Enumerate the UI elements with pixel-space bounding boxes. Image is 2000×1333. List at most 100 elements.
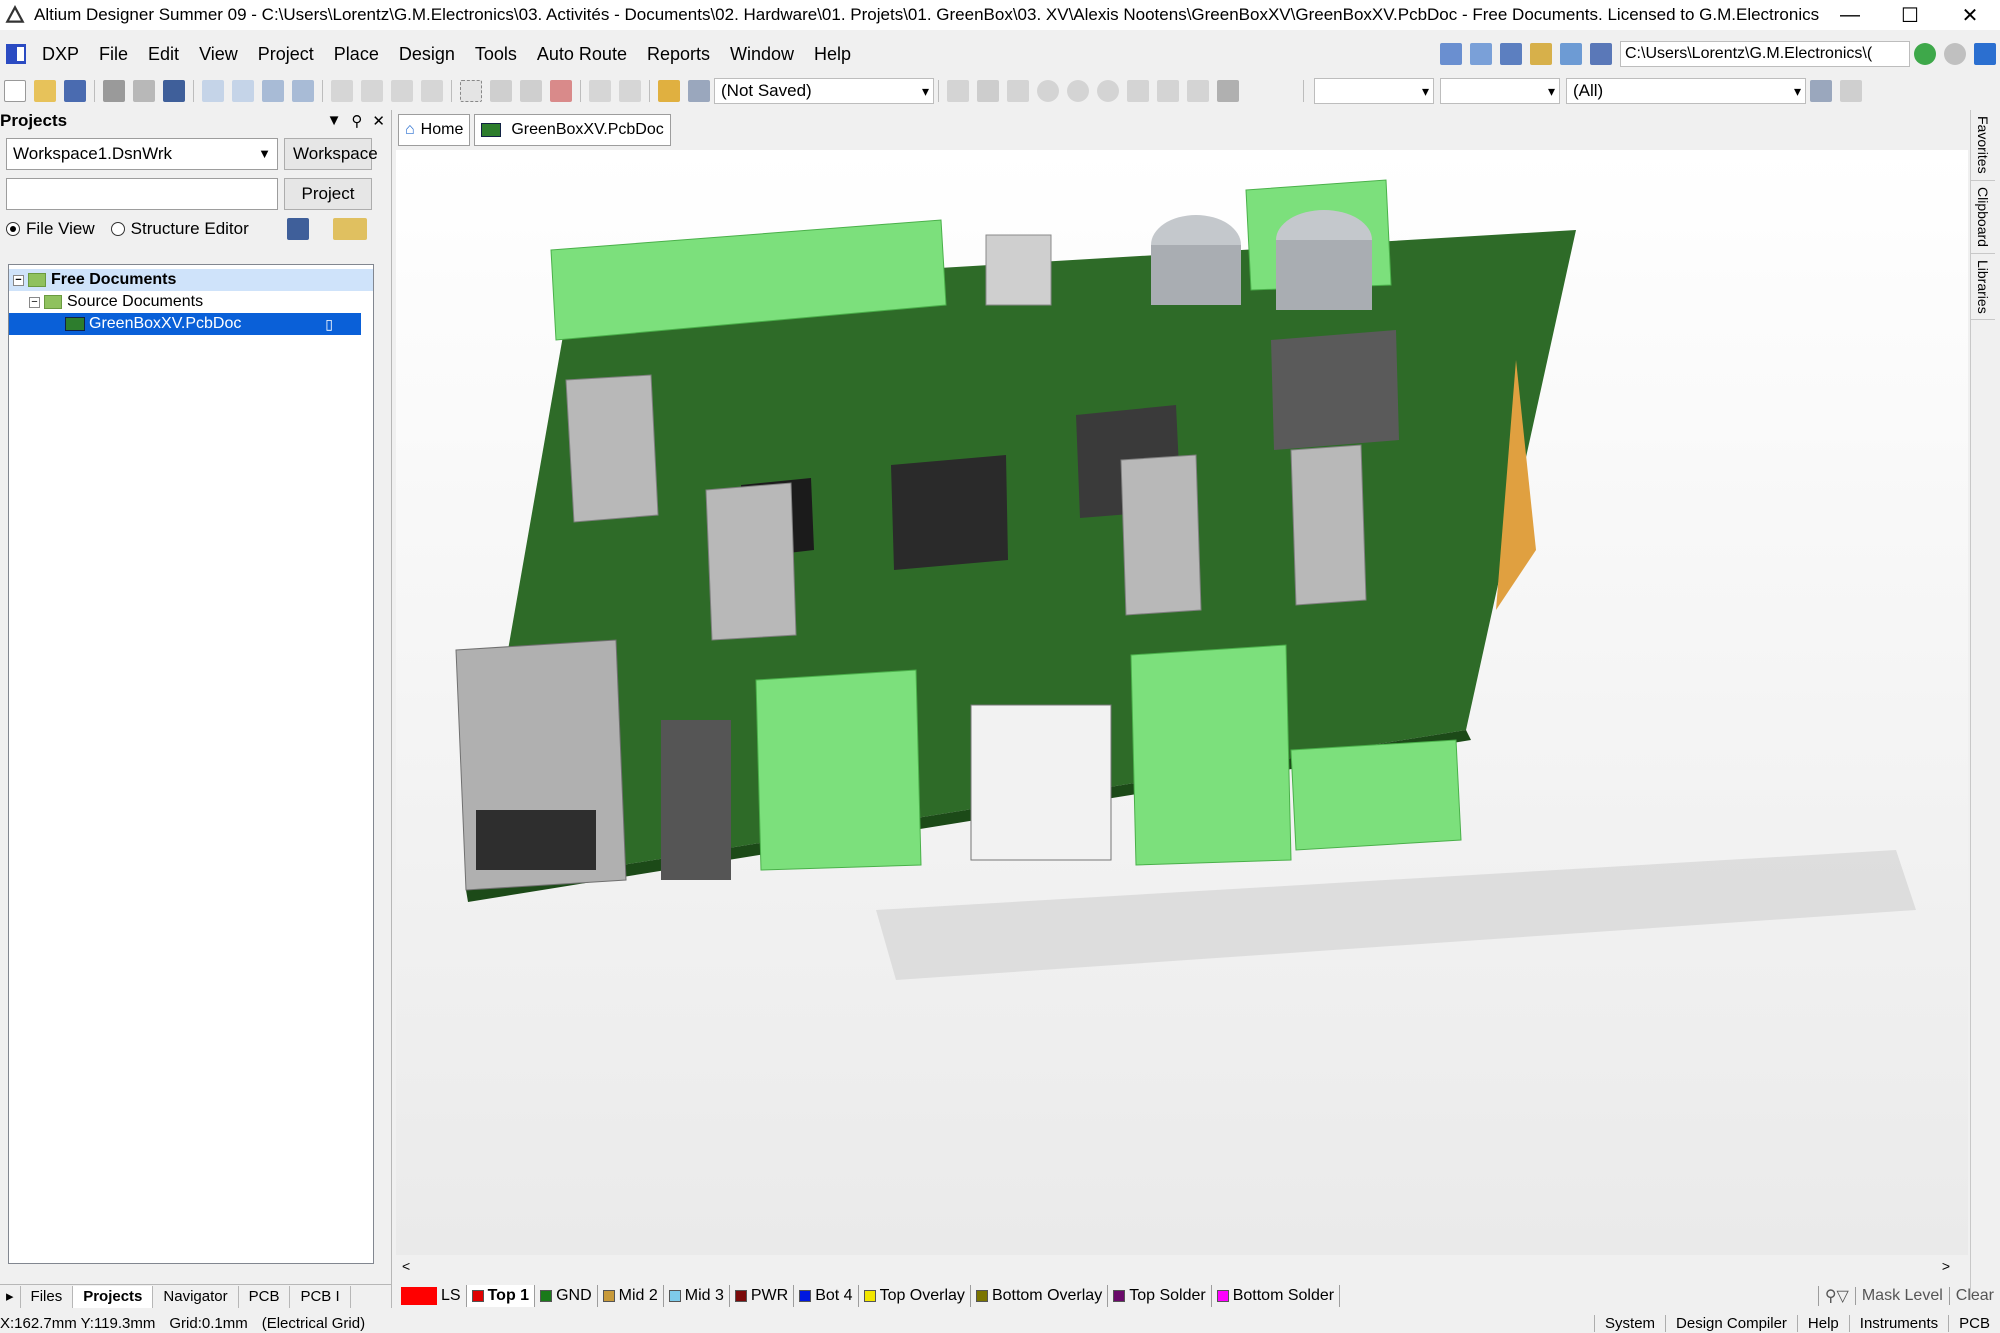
polygon-icon[interactable] bbox=[1157, 80, 1179, 102]
find-icon[interactable] bbox=[1500, 43, 1522, 65]
menu-project[interactable]: Project bbox=[248, 38, 324, 70]
component-icon[interactable] bbox=[1217, 80, 1239, 102]
collapse-icon[interactable]: − bbox=[13, 274, 24, 286]
saved-state-combo[interactable]: (Not Saved) bbox=[714, 78, 934, 104]
forward-icon[interactable] bbox=[1944, 43, 1966, 65]
redo-icon[interactable] bbox=[619, 80, 641, 102]
close-button[interactable]: ✕ bbox=[1940, 0, 2000, 30]
layer-tab-top-overlay[interactable]: Top Overlay bbox=[859, 1285, 971, 1307]
menu-tools[interactable]: Tools bbox=[465, 38, 527, 70]
tab-pcbdoc[interactable]: GreenBoxXV.PcbDoc bbox=[474, 114, 671, 146]
save-icon[interactable] bbox=[64, 80, 86, 102]
net-combo[interactable] bbox=[1440, 78, 1560, 104]
layer-tab-bottom-overlay[interactable]: Bottom Overlay bbox=[971, 1285, 1109, 1307]
zoom-fit-icon[interactable] bbox=[202, 80, 224, 102]
mask-level-button[interactable]: Mask Level bbox=[1854, 1287, 1949, 1305]
path-combo[interactable]: C:\Users\Lorentz\G.M.Electronics\( bbox=[1620, 41, 1910, 67]
clipboard-tab[interactable]: Clipboard bbox=[1971, 181, 1995, 254]
copy-icon[interactable] bbox=[361, 80, 383, 102]
clear-mask-icon[interactable] bbox=[1840, 80, 1862, 102]
tab-projects[interactable]: Projects bbox=[73, 1285, 154, 1308]
status-system[interactable]: System bbox=[1594, 1314, 1665, 1332]
pad-icon[interactable] bbox=[1037, 80, 1059, 102]
layers-stack-icon[interactable] bbox=[286, 218, 309, 240]
chart-icon[interactable] bbox=[1440, 43, 1462, 65]
rubber-stamp-icon[interactable] bbox=[421, 80, 443, 102]
cross-probe-icon[interactable] bbox=[658, 80, 680, 102]
via-icon[interactable] bbox=[1067, 80, 1089, 102]
string-icon[interactable] bbox=[1187, 80, 1209, 102]
project-options-icon[interactable] bbox=[332, 218, 367, 240]
zoom-area-icon[interactable] bbox=[232, 80, 254, 102]
tab-pcb[interactable]: PCB bbox=[239, 1285, 291, 1308]
new-icon[interactable] bbox=[4, 80, 26, 102]
browse-components-icon[interactable] bbox=[688, 80, 710, 102]
layers-icon[interactable] bbox=[163, 80, 185, 102]
tab-navigator[interactable]: Navigator bbox=[153, 1285, 239, 1308]
menu-design[interactable]: Design bbox=[389, 38, 465, 70]
menu-window[interactable]: Window bbox=[720, 38, 804, 70]
layer-tab-pwr[interactable]: PWR bbox=[730, 1285, 795, 1307]
horizontal-scrollbar[interactable]: < > bbox=[396, 1255, 1956, 1277]
layer-tab-bottom-solder[interactable]: Bottom Solder bbox=[1212, 1285, 1341, 1307]
maximize-button[interactable]: ☐ bbox=[1880, 0, 1940, 30]
tab-files[interactable]: Files bbox=[21, 1285, 74, 1308]
pcb-3d-render[interactable] bbox=[396, 150, 1968, 1255]
print-icon[interactable] bbox=[103, 80, 125, 102]
workspace-button[interactable]: Workspace bbox=[284, 138, 378, 170]
pin-icon[interactable]: ⚲ bbox=[351, 112, 362, 130]
layer-tab-gnd[interactable]: GND bbox=[535, 1285, 598, 1307]
open-icon[interactable] bbox=[34, 80, 56, 102]
layer-set-ls[interactable]: LS bbox=[396, 1285, 467, 1307]
tab-pcb-inspector[interactable]: PCB I bbox=[290, 1285, 351, 1308]
menu-reports[interactable]: Reports bbox=[637, 38, 720, 70]
zoom-filtered-icon[interactable] bbox=[292, 80, 314, 102]
filter-combo[interactable]: (All) bbox=[1566, 78, 1806, 104]
status-instruments[interactable]: Instruments bbox=[1848, 1314, 1948, 1332]
layer-tab-mid2[interactable]: Mid 2 bbox=[598, 1285, 664, 1307]
menu-edit[interactable]: Edit bbox=[138, 38, 189, 70]
class-combo[interactable] bbox=[1314, 78, 1434, 104]
tree-root-free-documents[interactable]: − Free Documents bbox=[9, 269, 373, 291]
tree-file-pcbdoc[interactable]: GreenBoxXV.PcbDoc ▯ bbox=[9, 313, 361, 335]
tab-home[interactable]: ⌂ Home bbox=[398, 114, 471, 146]
scroll-left-icon[interactable]: < bbox=[402, 1258, 410, 1274]
grid-icon[interactable] bbox=[1590, 43, 1612, 65]
menu-file[interactable]: File bbox=[89, 38, 138, 70]
panel-menu-icon[interactable]: ▼ bbox=[327, 112, 342, 130]
print-preview-icon[interactable] bbox=[133, 80, 155, 102]
project-input[interactable] bbox=[6, 178, 278, 210]
browse-icon[interactable] bbox=[1974, 43, 1996, 65]
status-design-compiler[interactable]: Design Compiler bbox=[1665, 1314, 1797, 1332]
clear-filter-icon[interactable] bbox=[550, 80, 572, 102]
workspace-select[interactable]: Workspace1.DsnWrk ▼ bbox=[6, 138, 278, 170]
layer-tab-top[interactable]: Top 1 bbox=[466, 1285, 536, 1307]
menu-dxp[interactable]: DXP bbox=[32, 38, 89, 70]
rule-icon[interactable] bbox=[1530, 43, 1552, 65]
undo-icon[interactable] bbox=[589, 80, 611, 102]
favorites-tab[interactable]: Favorites bbox=[1971, 110, 1995, 181]
paste-icon[interactable] bbox=[391, 80, 413, 102]
arc-icon[interactable] bbox=[1097, 80, 1119, 102]
fill-icon[interactable] bbox=[1127, 80, 1149, 102]
menu-place[interactable]: Place bbox=[324, 38, 389, 70]
pcb-3d-viewport[interactable] bbox=[396, 150, 1968, 1255]
file-view-radio[interactable]: File View bbox=[6, 219, 95, 239]
zoom-selected-icon[interactable] bbox=[262, 80, 284, 102]
mask-icon[interactable] bbox=[1810, 80, 1832, 102]
group-icon[interactable] bbox=[1560, 43, 1582, 65]
collapse-icon[interactable]: − bbox=[29, 296, 40, 308]
layer-tab-top-solder[interactable]: Top Solder bbox=[1108, 1285, 1212, 1307]
menu-auto-route[interactable]: Auto Route bbox=[527, 38, 637, 70]
tabs-scroll-icon[interactable]: ▸ bbox=[0, 1285, 21, 1308]
libraries-tab[interactable]: Libraries bbox=[1971, 254, 1995, 321]
tree-folder-source-documents[interactable]: − Source Documents bbox=[9, 291, 373, 313]
scroll-right-icon[interactable]: > bbox=[1942, 1258, 1950, 1274]
interactive-route-icon[interactable] bbox=[977, 80, 999, 102]
layer-tab-mid3[interactable]: Mid 3 bbox=[664, 1285, 730, 1307]
move-icon[interactable] bbox=[490, 80, 512, 102]
menu-help[interactable]: Help bbox=[804, 38, 861, 70]
snap-icon[interactable]: ⚲▽ bbox=[1817, 1286, 1855, 1306]
layer-tab-bot4[interactable]: Bot 4 bbox=[794, 1285, 859, 1307]
cut-icon[interactable] bbox=[331, 80, 353, 102]
